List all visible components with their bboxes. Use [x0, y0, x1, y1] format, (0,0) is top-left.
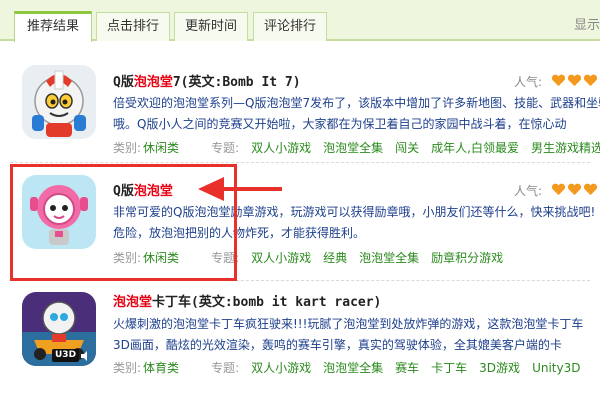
tab-comment-rank[interactable]: 评论排行 — [253, 12, 327, 41]
tag-link[interactable]: 赛车 — [395, 361, 419, 375]
speaker-icon — [81, 351, 87, 361]
kart-racer-thumbnail[interactable]: U3D — [22, 292, 96, 366]
title-suffix: 7(英文:Bomb It 7) — [172, 75, 301, 90]
desc-line: 哦。Q版小人之间的竞赛又开始啦，大家都在为保卫着自己的家园中战斗着，在惊心动 — [113, 117, 567, 131]
tag-link[interactable]: 卡丁车 — [431, 361, 467, 375]
heart-icon — [583, 74, 598, 87]
tag-link[interactable]: 双人小游戏 — [251, 251, 311, 265]
tag-link[interactable]: 双人小游戏 — [251, 361, 311, 375]
heart-icon — [583, 183, 598, 196]
title-suffix: 卡丁车(英文:bomb it kart racer) — [152, 295, 382, 310]
game-title[interactable]: 泡泡堂卡丁车(英文:bomb it kart racer) — [113, 291, 381, 310]
popularity-label: 人气: — [514, 184, 543, 198]
desc-line: 倍受欢迎的泡泡堂系列—Q版泡泡堂7发布了，该版本中增加了许多新地图、技能、武器和… — [113, 96, 600, 110]
tag-link[interactable]: 3D游戏 — [479, 361, 520, 375]
game-title[interactable]: Q版泡泡堂7(英文:Bomb It 7) — [113, 71, 301, 90]
category-link[interactable]: 休闲类 — [143, 141, 179, 155]
tags-label: 专题: — [211, 141, 240, 155]
heart-icon — [567, 183, 582, 196]
tag-link[interactable]: Unity3D — [532, 361, 580, 375]
tags-label: 专题: — [211, 361, 240, 375]
category-link[interactable]: 体育类 — [143, 361, 179, 375]
title-highlight: 泡泡堂 — [113, 295, 153, 310]
game-description: 倍受欢迎的泡泡堂系列—Q版泡泡堂7发布了，该版本中增加了许多新地图、技能、武器和… — [113, 93, 600, 135]
category-label: 类别: — [113, 361, 142, 375]
heart-icon — [551, 183, 566, 196]
display-toggle[interactable]: 显示 — [574, 14, 600, 33]
title-highlight: 泡泡堂 — [133, 75, 173, 90]
desc-line: 火爆刺激的泡泡堂卡丁车疯狂驶来!!!玩腻了泡泡堂到处放炸弹的游戏，这款泡泡堂卡丁… — [113, 317, 584, 331]
robot-hero-thumbnail[interactable] — [22, 65, 96, 139]
desc-line: 3D画面，酷炫的光效渲染，轰鸣的赛车引擎，真实的驾驶体验，全其媲美客户端的卡 — [113, 338, 562, 352]
heart-icon — [551, 74, 566, 87]
game-meta: 类别: 休闲类 专题: 双人小游戏 泡泡堂全集 闯关 成年人,白领最爱 男生游戏精选 — [113, 139, 600, 156]
tab-update-time[interactable]: 更新时间 — [174, 12, 248, 41]
category-label: 类别: — [113, 141, 142, 155]
tag-link[interactable]: 成年人,白领最爱 — [431, 141, 519, 155]
title-prefix: Q版 — [113, 75, 134, 90]
heart-icon — [567, 74, 582, 87]
tab-recommended[interactable]: 推荐结果 — [14, 11, 92, 42]
tag-link[interactable]: 励章积分游戏 — [431, 251, 503, 265]
tab-click-rank[interactable]: 点击排行 — [96, 12, 170, 41]
item-divider — [10, 162, 590, 163]
popularity-label: 人气: — [514, 75, 543, 89]
tag-link[interactable]: 双人小游戏 — [251, 141, 311, 155]
game-meta: 类别: 体育类 专题: 双人小游戏 泡泡堂全集 赛车 卡丁车 3D游戏 Unity3D — [113, 359, 580, 376]
tag-link[interactable]: 泡泡堂全集 — [323, 141, 383, 155]
popularity-hearts — [551, 74, 598, 87]
game-description: 火爆刺激的泡泡堂卡丁车疯狂驶来!!!玩腻了泡泡堂到处放炸弹的游戏，这款泡泡堂卡丁… — [113, 314, 600, 356]
tab-bar: 推荐结果 点击排行 更新时间 评论排行 显示 — [0, 0, 600, 42]
tag-link[interactable]: 经典 — [323, 251, 347, 265]
popularity-hearts — [551, 183, 598, 196]
u3d-badge: U3D — [52, 349, 80, 362]
tag-link[interactable]: 男生游戏精选 — [531, 141, 600, 155]
tag-link[interactable]: 泡泡堂全集 — [323, 361, 383, 375]
tag-link[interactable]: 闯关 — [395, 141, 419, 155]
annotation-arrow-icon — [198, 177, 282, 201]
tag-link[interactable]: 泡泡堂全集 — [359, 251, 419, 265]
